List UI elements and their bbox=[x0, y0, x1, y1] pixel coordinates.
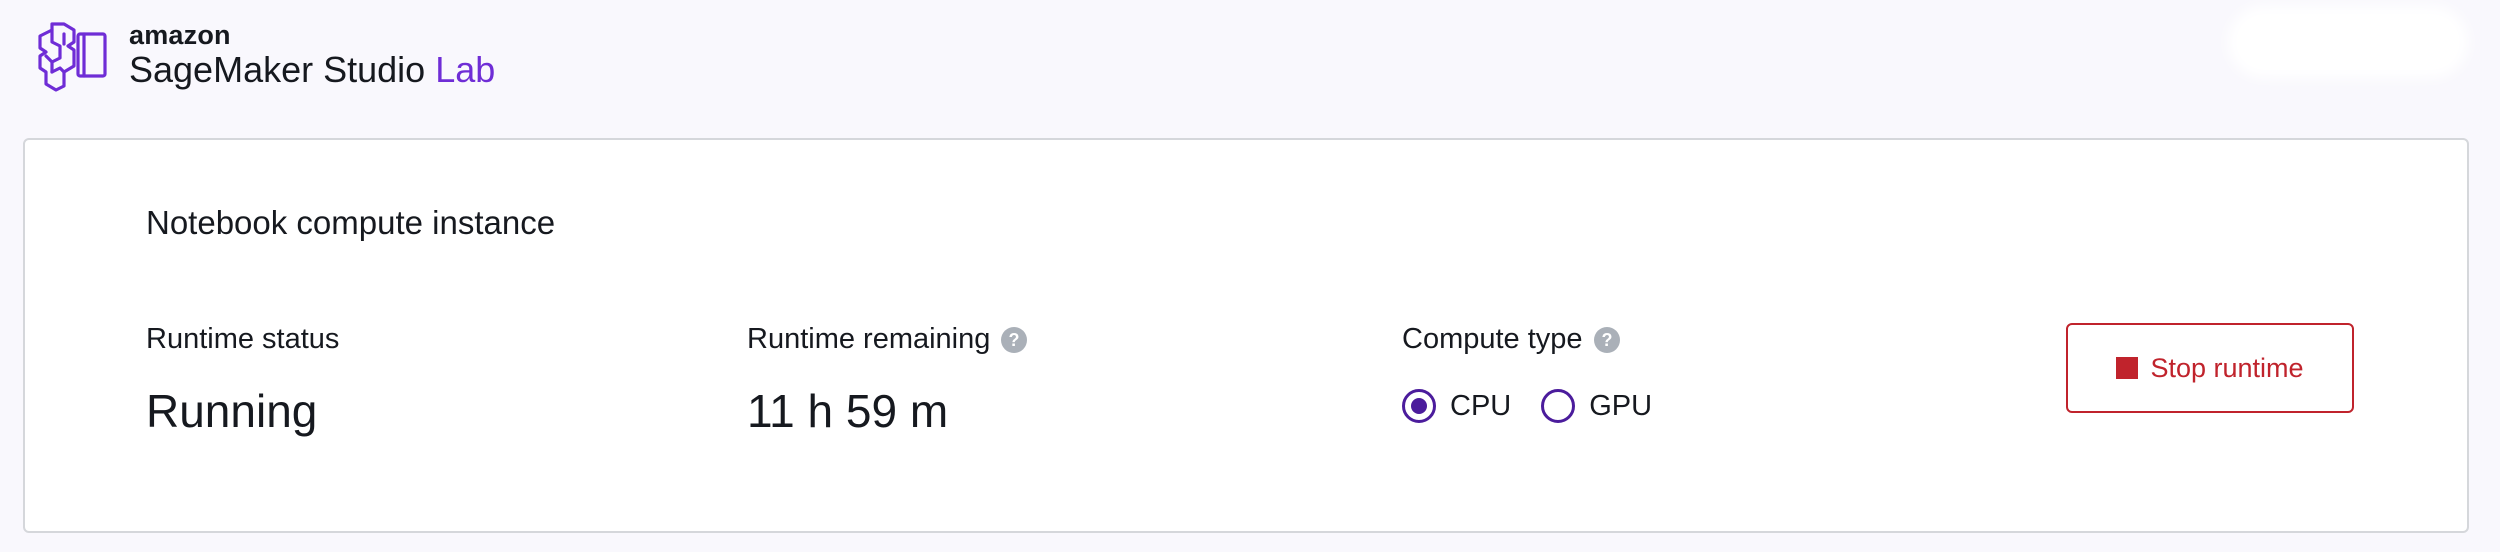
compute-instance-card: Notebook compute instance Runtime status… bbox=[23, 138, 2469, 533]
product-name: SageMaker Studio bbox=[129, 49, 426, 90]
question-circle-icon[interactable]: ? bbox=[1000, 326, 1028, 354]
sagemaker-logo-icon bbox=[38, 20, 110, 92]
account-area-redacted[interactable] bbox=[2238, 16, 2458, 68]
brand-product-title: SageMaker Studio Lab bbox=[129, 50, 495, 90]
runtime-status-value: Running bbox=[146, 385, 318, 437]
top-header: amazon SageMaker Studio Lab bbox=[0, 0, 2500, 128]
compute-type-label: Compute type ? bbox=[1402, 323, 1621, 356]
compute-type-radio-group: CPU GPU bbox=[1402, 389, 1652, 423]
stop-runtime-button[interactable]: Stop runtime bbox=[2066, 323, 2354, 413]
runtime-remaining-label-text: Runtime remaining bbox=[747, 323, 991, 355]
compute-type-option-gpu[interactable]: GPU bbox=[1541, 389, 1652, 423]
runtime-status-label: Runtime status bbox=[146, 323, 339, 356]
brand-wordmark: amazon SageMaker Studio Lab bbox=[129, 18, 495, 90]
product-suffix: Lab bbox=[435, 49, 496, 90]
svg-text:?: ? bbox=[1601, 330, 1612, 350]
brand-amazon-text: amazon bbox=[129, 20, 231, 50]
question-circle-icon[interactable]: ? bbox=[1593, 326, 1621, 354]
stop-square-icon bbox=[2116, 357, 2139, 379]
radio-selected-icon[interactable] bbox=[1402, 389, 1436, 423]
stop-runtime-label: Stop runtime bbox=[2150, 352, 2304, 383]
runtime-remaining-label: Runtime remaining ? bbox=[747, 323, 1028, 356]
svg-text:?: ? bbox=[1009, 330, 1020, 350]
runtime-remaining-value: 11 h 59 m bbox=[747, 385, 949, 437]
card-title: Notebook compute instance bbox=[146, 204, 556, 241]
radio-unselected-icon[interactable] bbox=[1541, 389, 1576, 423]
compute-type-label-text: Compute type bbox=[1402, 323, 1583, 355]
compute-type-option-cpu[interactable]: CPU bbox=[1402, 389, 1511, 423]
runtime-status-label-text: Runtime status bbox=[146, 323, 340, 355]
compute-type-option-label: GPU bbox=[1589, 389, 1653, 422]
compute-type-option-label: CPU bbox=[1450, 389, 1512, 422]
